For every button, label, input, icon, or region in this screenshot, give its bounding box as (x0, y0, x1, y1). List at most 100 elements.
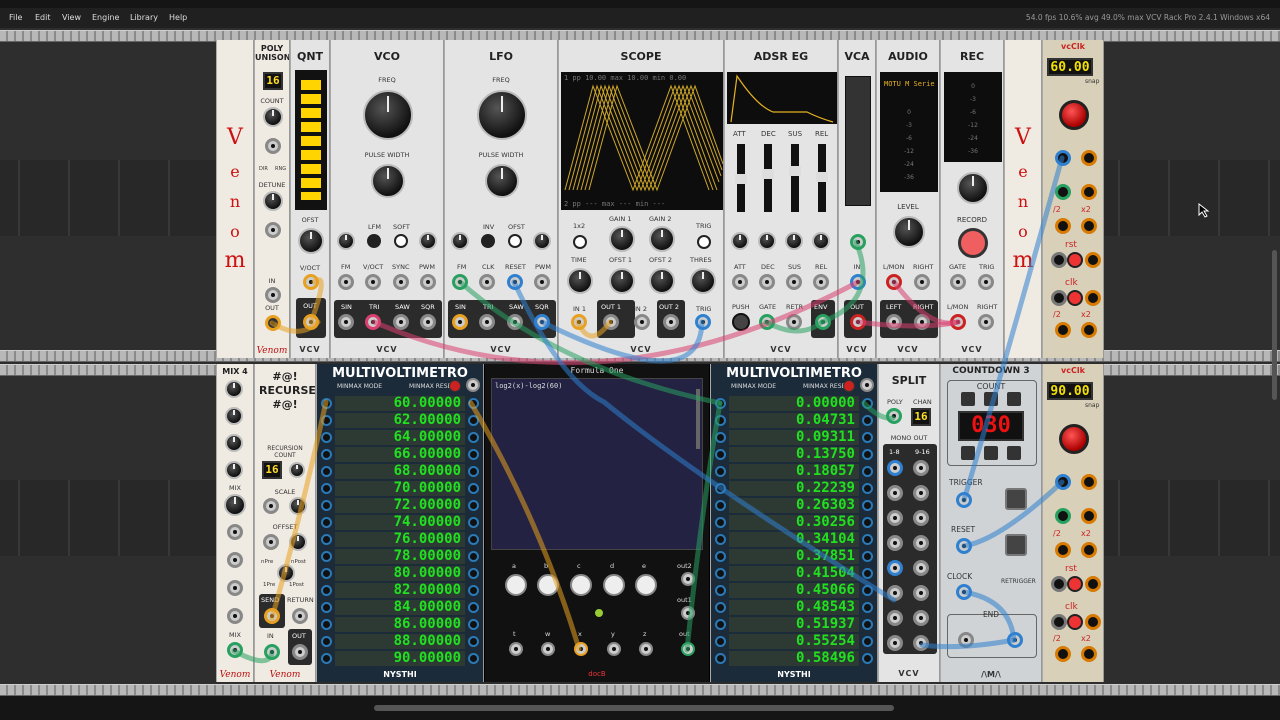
input-jack[interactable] (321, 449, 332, 460)
in-jack-4[interactable] (227, 608, 243, 624)
freq-knob[interactable] (477, 90, 527, 140)
mono-out-jack[interactable] (913, 535, 929, 551)
count-down-button-1[interactable] (961, 446, 975, 460)
right-in-jack[interactable] (914, 274, 930, 290)
input-jack[interactable] (321, 551, 332, 562)
level-knob[interactable] (893, 216, 925, 248)
input-jack[interactable] (321, 619, 332, 630)
pwm-atten-knob[interactable] (419, 232, 437, 250)
end-out-jack-2[interactable] (1007, 632, 1023, 648)
att-slider[interactable] (735, 144, 747, 212)
out2-jack[interactable] (663, 314, 679, 330)
left-out-jack[interactable] (886, 314, 902, 330)
vertical-scrollbar[interactable] (1272, 250, 1277, 400)
input-jack[interactable] (715, 432, 726, 443)
in-jack-2[interactable] (227, 552, 243, 568)
output-jack[interactable] (862, 585, 873, 596)
in-jack[interactable] (850, 274, 866, 290)
input-jack[interactable] (715, 517, 726, 528)
mono-out-jack[interactable] (887, 560, 903, 576)
in-jack[interactable] (264, 644, 280, 660)
input-jack[interactable] (321, 534, 332, 545)
clk-jack[interactable] (479, 274, 495, 290)
ofst-button[interactable] (508, 234, 522, 248)
freq-knob[interactable] (363, 90, 413, 140)
rst-in-jack[interactable] (1051, 576, 1067, 592)
input-jack[interactable] (715, 619, 726, 630)
output-jack[interactable] (862, 500, 873, 511)
recursion-knob[interactable] (289, 462, 305, 478)
dec-cv-knob[interactable] (758, 232, 776, 250)
output-jack[interactable] (468, 636, 479, 647)
sin-jack[interactable] (338, 314, 354, 330)
fm-jack[interactable] (338, 274, 354, 290)
mono-out-jack[interactable] (887, 635, 903, 651)
out-jack[interactable] (850, 314, 866, 330)
in2-jack[interactable] (634, 314, 650, 330)
run-out-jack[interactable] (1085, 614, 1101, 630)
run-in-jack[interactable] (1051, 614, 1067, 630)
knob-b[interactable] (537, 574, 559, 596)
output-jack[interactable] (862, 636, 873, 647)
rel-jack[interactable] (813, 274, 829, 290)
send-jack[interactable] (264, 608, 280, 624)
input-jack[interactable] (321, 602, 332, 613)
detune-input-jack[interactable] (265, 222, 281, 238)
out-jack[interactable] (292, 644, 308, 660)
lmon-in-jack[interactable] (886, 274, 902, 290)
mono-out-jack[interactable] (913, 610, 929, 626)
input-jack[interactable] (715, 602, 726, 613)
pwm-jack[interactable] (420, 274, 436, 290)
mono-out-jack[interactable] (913, 560, 929, 576)
knob-a[interactable] (505, 574, 527, 596)
input-jack[interactable] (321, 432, 332, 443)
ofst1-knob[interactable] (609, 268, 635, 294)
div-jack[interactable] (1055, 508, 1071, 524)
sus-slider[interactable] (789, 144, 801, 212)
bpm-knob[interactable] (1059, 100, 1089, 130)
output-jack[interactable] (862, 568, 873, 579)
x2-button[interactable] (573, 235, 587, 249)
minmax-reset-button[interactable] (843, 380, 855, 392)
formula-editor[interactable]: log2(x)-log2(60) (491, 378, 703, 550)
run-button[interactable] (1067, 614, 1083, 630)
output-jack[interactable] (468, 449, 479, 460)
offset-jack[interactable] (263, 534, 279, 550)
level-knob-2[interactable] (225, 407, 243, 425)
div2b-jack[interactable] (1055, 646, 1071, 662)
x-jack[interactable] (574, 642, 588, 656)
minmax-reset-button[interactable] (449, 380, 461, 392)
rel-cv-knob[interactable] (812, 232, 830, 250)
menu-library[interactable]: Library (130, 13, 158, 22)
output-jack[interactable] (862, 551, 873, 562)
poly-in-jack[interactable] (886, 408, 902, 424)
detune-knob[interactable] (263, 191, 283, 211)
sin-jack[interactable] (452, 314, 468, 330)
input-jack[interactable] (715, 398, 726, 409)
mono-out-jack[interactable] (887, 585, 903, 601)
mult-jack[interactable] (1081, 184, 1097, 200)
mono-out-jack[interactable] (913, 510, 929, 526)
horizontal-scrollbar[interactable] (374, 705, 894, 711)
clk-out-jack[interactable] (1081, 474, 1097, 490)
level-knob-4[interactable] (225, 461, 243, 479)
output-jack[interactable] (862, 415, 873, 426)
input-jack[interactable] (715, 534, 726, 545)
output-jack[interactable] (468, 551, 479, 562)
run-out-jack[interactable] (1085, 290, 1101, 306)
lmon-jack[interactable] (950, 314, 966, 330)
output-jack[interactable] (468, 619, 479, 630)
return-jack[interactable] (292, 608, 308, 624)
output-jack[interactable] (468, 585, 479, 596)
in-jack-3[interactable] (227, 580, 243, 596)
sus-jack[interactable] (786, 274, 802, 290)
output-jack[interactable] (862, 449, 873, 460)
mono-out-jack[interactable] (913, 485, 929, 501)
mono-out-jack[interactable] (913, 635, 929, 651)
out2-jack[interactable] (681, 572, 695, 586)
input-jack[interactable] (715, 551, 726, 562)
editor-scrollbar[interactable] (696, 389, 700, 449)
mono-out-jack[interactable] (913, 585, 929, 601)
input-jack[interactable] (715, 568, 726, 579)
count-up-button-1[interactable] (961, 392, 975, 406)
